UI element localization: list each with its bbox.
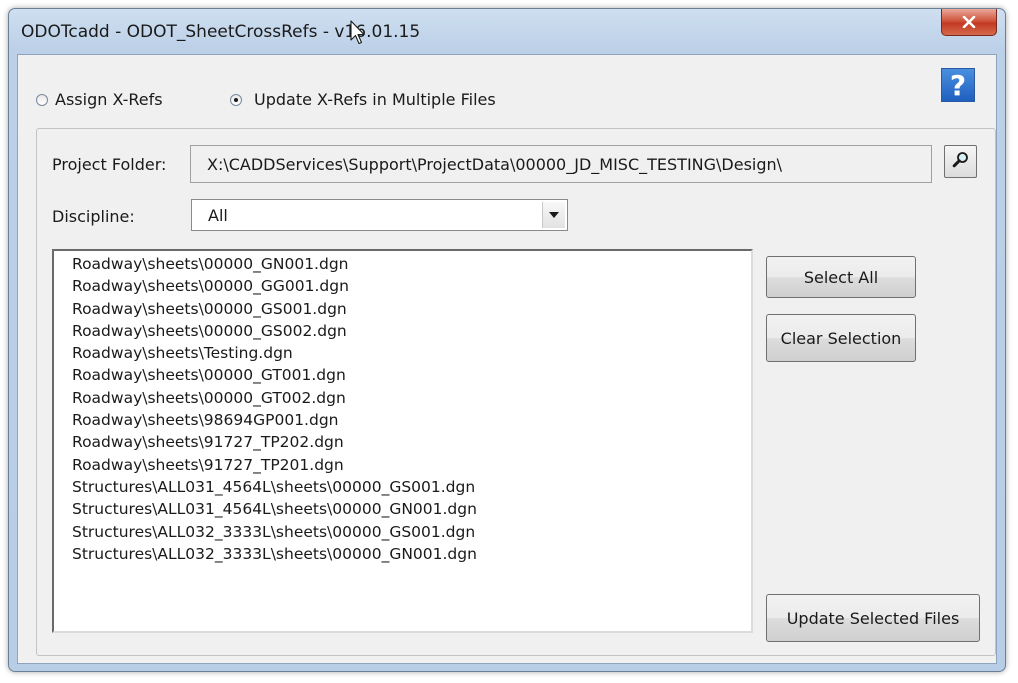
chevron-down-icon [549,212,559,218]
file-list-item[interactable]: Structures\ALL032_3333L\sheets\00000_GN0… [54,543,751,565]
magnifier-icon [952,151,970,173]
help-question-icon: ? [949,68,967,102]
file-list-items: Roadway\sheets\00000_GN001.dgn Roadway\sh… [54,251,751,565]
clear-selection-button[interactable]: Clear Selection [766,314,916,362]
file-list-item[interactable]: Roadway\sheets\00000_GT002.dgn [54,387,751,409]
title-bar[interactable]: ODOTcadd - ODOT_SheetCrossRefs - v16.01.… [9,9,1005,54]
discipline-label: Discipline: [52,207,135,226]
file-list-item[interactable]: Roadway\sheets\00000_GT001.dgn [54,364,751,386]
file-listbox[interactable]: Roadway\sheets\00000_GN001.dgn Roadway\sh… [52,249,753,633]
file-list-item[interactable]: Roadway\sheets\00000_GS002.dgn [54,320,751,342]
file-list-item[interactable]: Roadway\sheets\98694GP001.dgn [54,409,751,431]
dropdown-arrow-button[interactable] [542,202,565,228]
help-button[interactable]: ? [941,68,975,102]
file-list-item[interactable]: Roadway\sheets\00000_GG001.dgn [54,275,751,297]
radio-assign-xrefs-circle[interactable] [36,93,48,106]
close-x-icon [962,16,976,28]
file-list-item[interactable]: Roadway\sheets\00000_GN001.dgn [54,253,751,275]
discipline-selected-value: All [208,206,228,225]
update-selected-files-button[interactable]: Update Selected Files [766,594,980,642]
project-folder-field: X:\CADDServices\Support\ProjectData\0000… [190,145,932,183]
radio-update-xrefs-label: Update X-Refs in Multiple Files [254,90,496,109]
radio-update-xrefs-circle[interactable] [230,93,242,106]
radio-update-xrefs[interactable]: Update X-Refs in Multiple Files [230,90,496,109]
file-list-item[interactable]: Structures\ALL031_4564L\sheets\00000_GN0… [54,498,751,520]
file-list-item[interactable]: Structures\ALL031_4564L\sheets\00000_GS0… [54,476,751,498]
browse-folder-button[interactable] [944,145,977,178]
radio-assign-xrefs-label: Assign X-Refs [55,90,163,109]
discipline-dropdown[interactable]: All [191,199,568,231]
radio-assign-xrefs[interactable]: Assign X-Refs [36,90,163,109]
file-list-item[interactable]: Roadway\sheets\91727_TP202.dgn [54,431,751,453]
file-list-item[interactable]: Roadway\sheets\91727_TP201.dgn [54,454,751,476]
file-list-item[interactable]: Roadway\sheets\00000_GS001.dgn [54,298,751,320]
mouse-pointer-icon [350,20,366,50]
select-all-button[interactable]: Select All [766,256,916,298]
file-list-item[interactable]: Roadway\sheets\Testing.dgn [54,342,751,364]
project-folder-label: Project Folder: [52,155,167,174]
file-list-item[interactable]: Structures\ALL032_3333L\sheets\00000_GS0… [54,521,751,543]
close-button[interactable] [941,9,997,36]
